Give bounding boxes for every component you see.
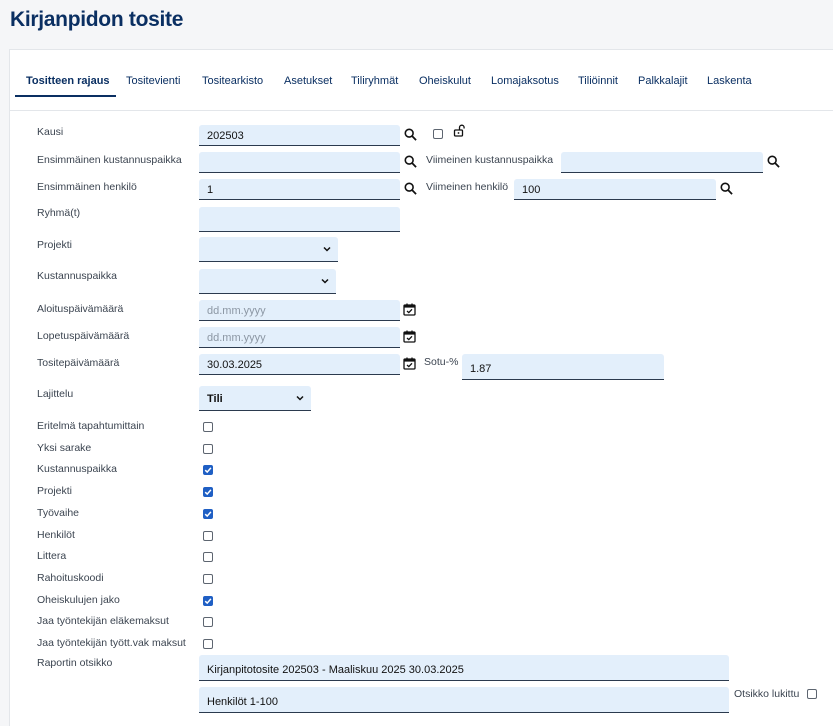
check-icon — [204, 467, 212, 474]
chevron-down-icon — [296, 395, 304, 401]
last-person-input[interactable] — [514, 179, 716, 200]
cost-center-select[interactable] — [199, 269, 336, 294]
tab-palkkalajit[interactable]: Palkkalajit — [638, 75, 688, 87]
last-cost-center-label: Viimeinen kustannuspaikka — [426, 154, 554, 166]
kausi-search-icon[interactable] — [404, 128, 417, 141]
sorting-select[interactable]: Tili — [199, 386, 311, 411]
option-checkbox[interactable] — [203, 596, 213, 606]
last-person-label: Viimeinen henkilö — [426, 181, 509, 193]
groups-label: Ryhmä(t) — [37, 207, 81, 219]
checkbox-label: Henkilöt — [37, 529, 75, 541]
chevron-down-icon — [321, 278, 329, 284]
main-panel: Tositteen rajaus Tositevienti Tositearki… — [9, 49, 833, 726]
first-person-label: Ensimmäinen henkilö — [37, 181, 137, 193]
first-cost-center-search-icon[interactable] — [404, 155, 417, 168]
calendar-icon[interactable] — [403, 303, 416, 316]
option-checkbox[interactable] — [203, 552, 213, 562]
option-checkbox[interactable] — [203, 639, 213, 649]
kausi-checkbox[interactable] — [433, 129, 443, 139]
option-checkbox[interactable] — [203, 531, 213, 541]
start-date-input[interactable] — [199, 300, 400, 321]
kausi-input[interactable] — [199, 125, 400, 146]
checkbox-label: Eritelmä tapahtumittain — [37, 420, 145, 432]
checkbox-label: Littera — [37, 550, 67, 562]
tab-tilioinnit[interactable]: Tiliöinnit — [578, 75, 618, 87]
end-date-input[interactable] — [199, 327, 400, 348]
tab-laskenta[interactable]: Laskenta — [707, 75, 752, 87]
tab-tositteen-rajaus[interactable]: Tositteen rajaus — [26, 75, 110, 87]
checkbox-label: Jaa työntekijän eläkemaksut — [37, 615, 169, 627]
last-person-search-icon[interactable] — [720, 182, 733, 195]
cost-center-label: Kustannuspaikka — [37, 270, 117, 282]
sotu-label: Sotu-% — [424, 356, 459, 368]
option-checkbox[interactable] — [203, 617, 213, 627]
checkbox-label: Työvaihe — [37, 507, 80, 519]
last-cost-center-search-icon[interactable] — [767, 155, 780, 168]
voucher-date-label: Tositepäivämäärä — [37, 357, 120, 369]
tab-bar: Tositteen rajaus Tositevienti Tositearki… — [10, 50, 833, 111]
project-label: Projekti — [37, 239, 73, 251]
checkbox-label: Projekti — [37, 485, 73, 497]
option-checkbox[interactable] — [203, 422, 213, 432]
title-locked-label: Otsikko lukittu — [734, 688, 800, 700]
first-person-input[interactable] — [199, 179, 400, 200]
calendar-icon[interactable] — [403, 357, 416, 370]
calendar-icon[interactable] — [403, 330, 416, 343]
tab-lomajaksotus[interactable]: Lomajaksotus — [491, 75, 559, 87]
report-title-line2-input[interactable] — [199, 687, 729, 713]
end-date-label: Lopetuspäivämäärä — [37, 330, 130, 342]
report-title-line1-input[interactable] — [199, 655, 729, 681]
start-date-label: Aloituspäivämäärä — [37, 303, 124, 315]
active-tab-indicator — [15, 95, 116, 97]
checkbox-label: Oheiskulujen jako — [37, 594, 120, 606]
checkbox-label: Yksi sarake — [37, 442, 92, 454]
sorting-select-value: Tili — [207, 393, 223, 405]
checkbox-label: Rahoituskoodi — [37, 572, 104, 584]
option-checkbox[interactable] — [203, 509, 213, 519]
first-cost-center-label: Ensimmäinen kustannuspaikka — [37, 154, 182, 166]
checkbox-label: Kustannuspaikka — [37, 463, 117, 475]
check-icon — [204, 598, 212, 605]
tab-tositearkisto[interactable]: Tositearkisto — [202, 75, 263, 87]
tab-tositevienti[interactable]: Tositevienti — [126, 75, 180, 87]
project-select[interactable] — [199, 237, 338, 262]
tab-tiliryhmat[interactable]: Tiliryhmät — [351, 75, 398, 87]
tab-oheiskulut[interactable]: Oheiskulut — [419, 75, 471, 87]
first-person-search-icon[interactable] — [404, 182, 417, 195]
checkbox-label: Jaa työntekijän tyött.vak maksut — [37, 637, 186, 649]
option-checkbox[interactable] — [203, 487, 213, 497]
page-title: Kirjanpidon tosite — [10, 8, 184, 31]
voucher-date-input[interactable] — [199, 354, 400, 375]
sorting-label: Lajittelu — [37, 388, 74, 400]
chevron-down-icon — [323, 246, 331, 252]
sotu-input[interactable] — [462, 354, 664, 380]
groups-input[interactable] — [199, 207, 400, 232]
option-checkbox[interactable] — [203, 465, 213, 475]
check-icon — [204, 489, 212, 496]
tab-asetukset[interactable]: Asetukset — [284, 75, 332, 87]
check-icon — [204, 511, 212, 518]
title-locked-checkbox[interactable] — [807, 689, 817, 699]
option-checkbox[interactable] — [203, 574, 213, 584]
first-cost-center-input[interactable] — [199, 152, 400, 173]
unlock-icon[interactable] — [453, 124, 465, 137]
report-title-label: Raportin otsikko — [37, 657, 113, 669]
option-checkbox[interactable] — [203, 444, 213, 454]
kausi-label: Kausi — [37, 126, 64, 138]
last-cost-center-input[interactable] — [561, 152, 763, 173]
